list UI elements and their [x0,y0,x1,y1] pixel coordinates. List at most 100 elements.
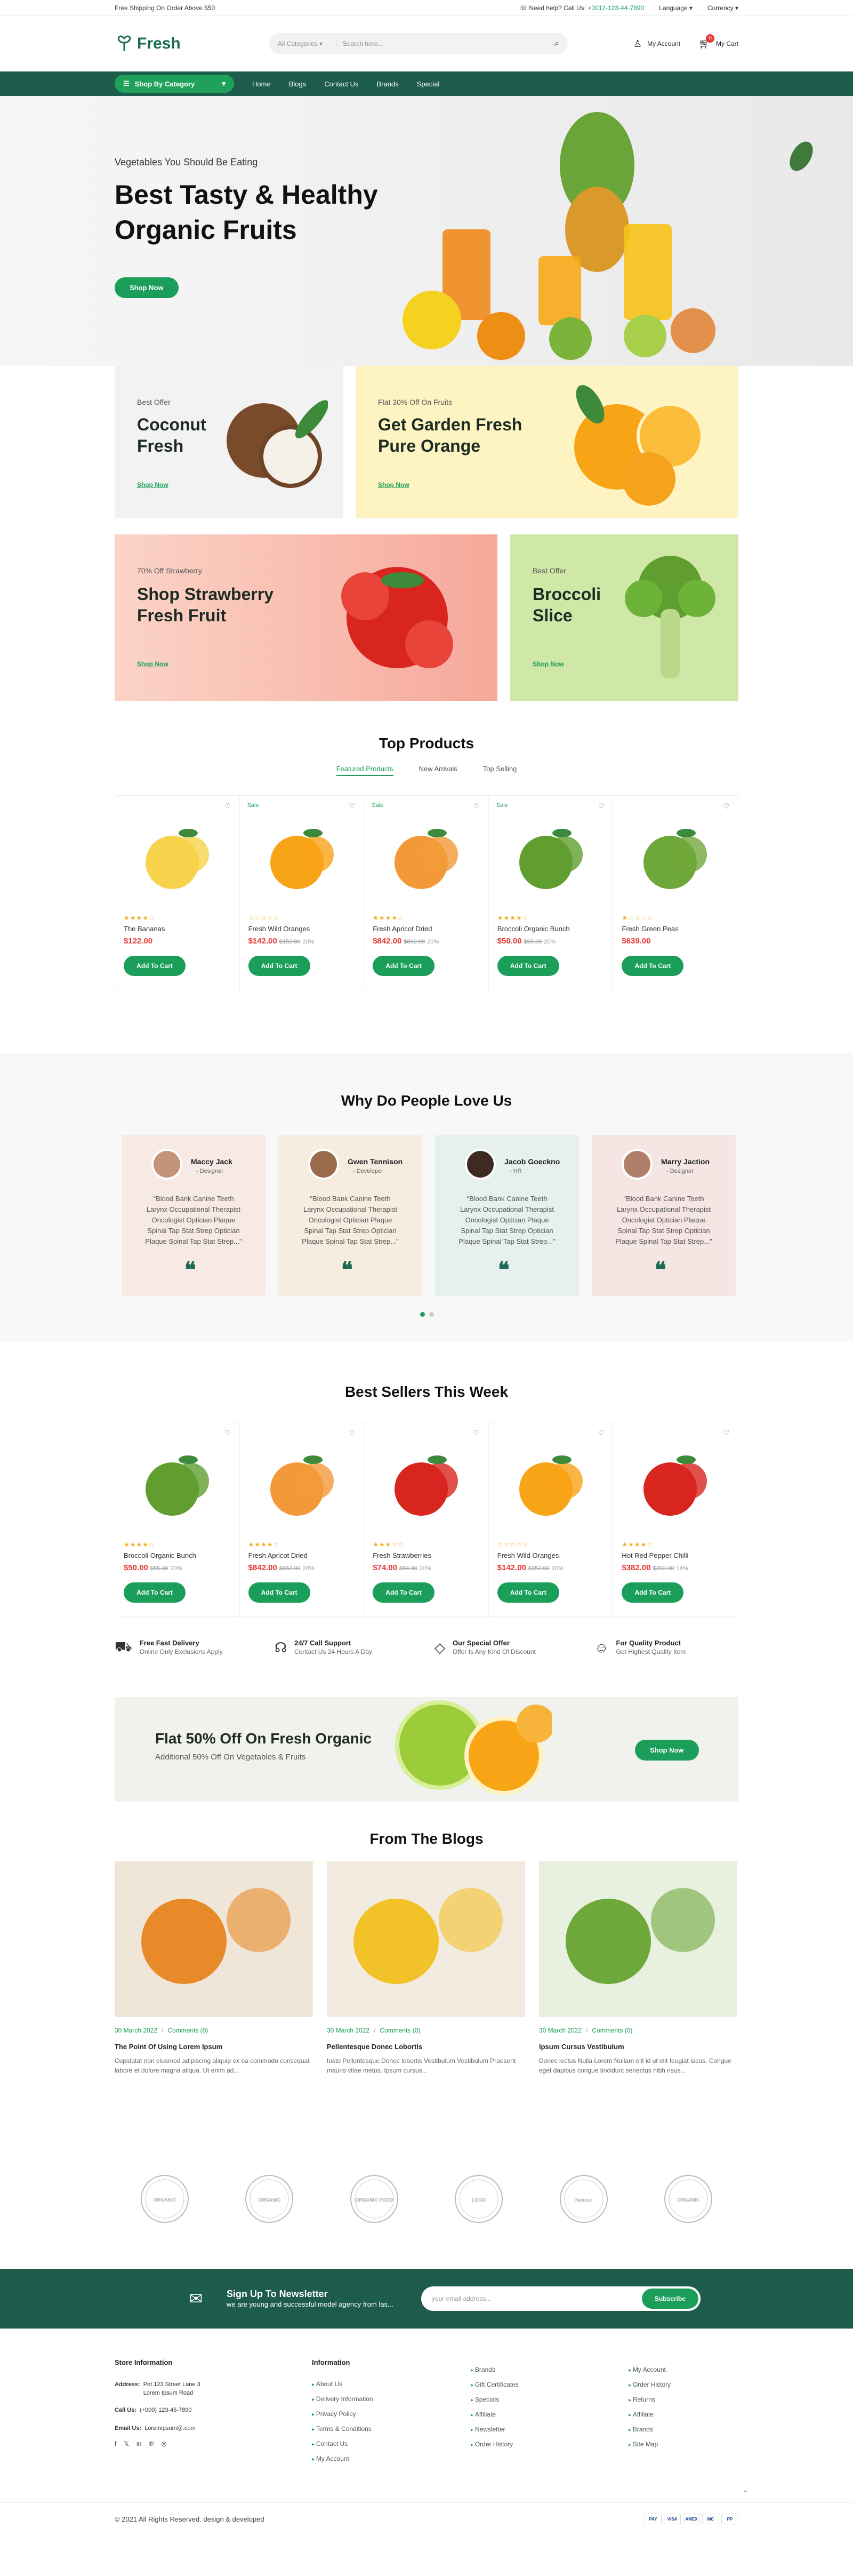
product-name[interactable]: Fresh Wild Oranges [248,925,310,933]
instagram-icon[interactable]: ◎ [161,2440,166,2447]
footer-link[interactable]: Affiliate [629,2411,671,2418]
carousel-dot[interactable] [429,1312,434,1317]
banner-orange[interactable]: Flat 30% Off On Fruits Get Garden Fresh … [356,366,738,518]
blog-comments[interactable]: Comments (0) [380,2027,420,2034]
search-category-select[interactable]: All Categories ▾ [278,40,336,47]
footer-link[interactable]: Order History [629,2381,671,2388]
language-select[interactable]: Language ▾ [659,4,693,12]
footer-link[interactable]: Gift Certificates [471,2381,519,2388]
banner-strawberry[interactable]: 70% Off Strawberry Shop Strawberry Fresh… [115,534,497,701]
product-card[interactable]: Sale ♡ ☆☆☆☆☆ Fresh Wild Oranges $142.00 $… [240,796,365,990]
wishlist-heart-icon[interactable]: ♡ [723,802,729,811]
tab-top-selling[interactable]: Top Selling [483,765,517,776]
banner-shop-link[interactable]: Shop Now [378,481,409,489]
add-to-cart-button[interactable]: Add To Cart [373,956,435,976]
wishlist-heart-icon[interactable]: ♡ [224,802,231,811]
account-link[interactable]: ♙ My Account [633,38,680,50]
facebook-icon[interactable]: f [115,2440,116,2447]
subscribe-button[interactable]: Subscribe [641,2289,698,2309]
banner-shop-link[interactable]: Shop Now [533,660,564,668]
footer-link[interactable]: Specials [471,2396,519,2403]
tab-featured[interactable]: Featured Products [336,765,393,776]
banner-shop-link[interactable]: Shop Now [137,481,168,489]
footer-link[interactable]: Delivery Information [312,2395,373,2403]
product-name[interactable]: Fresh Strawberries [373,1551,431,1559]
product-name[interactable]: Hot Red Pepper Chilli [622,1551,688,1559]
product-name[interactable]: Fresh Apricot Dried [248,1551,308,1559]
logo[interactable]: Fresh [115,34,269,53]
blog-title[interactable]: The Point Of Using Lorem Ipsum [115,2043,313,2051]
product-card[interactable]: ♡ ★☆☆☆☆ Fresh Green Peas $639.00 Add To … [613,796,738,990]
tab-new-arrivals[interactable]: New Arrivals [419,765,457,776]
product-card[interactable]: ♡ ★★★★☆ Fresh Apricot Dried $842.00 $862.… [240,1422,365,1617]
wishlist-heart-icon[interactable]: ♡ [473,802,480,811]
brand-logo[interactable]: LOGO [452,2172,505,2226]
product-card[interactable]: ♡ ★★★★☆ Broccoli Organic Bunch $50.00 $55… [115,1422,240,1617]
wishlist-heart-icon[interactable]: ♡ [598,802,605,811]
email-value[interactable]: Loremipsum@.com [144,2425,196,2431]
nav-contact[interactable]: Contact Us [324,80,358,88]
wishlist-heart-icon[interactable]: ♡ [598,1429,605,1437]
brand-logo[interactable]: Natural [557,2172,610,2226]
hero-shop-now-button[interactable]: Shop Now [115,277,179,298]
footer-link[interactable]: Brands [471,2366,519,2373]
search-input[interactable]: Search here... [343,40,554,47]
brand-logo[interactable]: ORGANIC [138,2172,191,2226]
blog-title[interactable]: Pellentesque Donec Lobortis [327,2043,525,2051]
linkedin-icon[interactable]: in [136,2440,141,2447]
brand-logo[interactable]: ORGANIC [662,2172,715,2226]
banner-broccoli[interactable]: Best Offer Broccoli Slice Shop Now [510,534,738,701]
footer-link[interactable]: My Account [312,2455,373,2462]
add-to-cart-button[interactable]: Add To Cart [124,1582,186,1603]
nav-special[interactable]: Special [417,80,440,88]
search-bar[interactable]: All Categories ▾ Search here... ⌕ [269,33,568,54]
wishlist-heart-icon[interactable]: ♡ [349,1429,356,1437]
wishlist-heart-icon[interactable]: ♡ [224,1429,231,1437]
product-name[interactable]: Broccoli Organic Bunch [124,1551,196,1559]
add-to-cart-button[interactable]: Add To Cart [248,1582,310,1603]
nav-blogs[interactable]: Blogs [289,80,307,88]
blog-image[interactable] [539,1861,737,2017]
product-card[interactable]: Sale ♡ ★★★★☆ Fresh Apricot Dried $842.00… [364,796,489,990]
product-name[interactable]: Fresh Apricot Dried [373,925,432,933]
cart-link[interactable]: 🛒︎ 0 My Cart [698,34,738,50]
product-card[interactable]: ♡ ★★★★☆ Hot Red Pepper Chilli $382.00 $39… [613,1422,738,1617]
wishlist-heart-icon[interactable]: ♡ [723,1429,729,1437]
pinterest-icon[interactable]: ℗ [149,2440,154,2447]
footer-link[interactable]: Returns [629,2396,671,2403]
product-card[interactable]: ♡ ★★★★☆ The Bananas $122.00 Add To Cart [115,796,240,990]
banner-coconut[interactable]: Best Offer Coconut Fresh Shop Now [115,366,343,518]
product-name[interactable]: Fresh Wild Oranges [497,1551,559,1559]
footer-link[interactable]: Newsletter [471,2426,519,2433]
blog-image[interactable] [115,1861,313,2017]
product-name[interactable]: The Bananas [124,925,165,933]
blog-comments[interactable]: Comments (0) [592,2027,632,2034]
add-to-cart-button[interactable]: Add To Cart [622,1582,684,1603]
wishlist-heart-icon[interactable]: ♡ [349,802,356,811]
footer-link[interactable]: Terms & Conditions [312,2425,373,2433]
currency-select[interactable]: Currency ▾ [707,4,738,12]
back-to-top-icon[interactable]: ⌃ [742,2489,749,2499]
nav-brands[interactable]: Brands [377,80,399,88]
footer-link[interactable]: Affiliate [471,2411,519,2418]
brand-logo[interactable]: ORGANIC [243,2172,296,2226]
add-to-cart-button[interactable]: Add To Cart [497,1582,559,1603]
blog-card[interactable]: 30 March 2022 / Comments (0) Ipsum Cursus … [539,1861,737,2075]
banner-shop-link[interactable]: Shop Now [137,660,168,668]
add-to-cart-button[interactable]: Add To Cart [124,956,186,976]
footer-link[interactable]: Brands [629,2426,671,2433]
blog-card[interactable]: 30 March 2022 / Comments (0) Pellentesque … [327,1861,525,2075]
footer-link[interactable]: My Account [629,2366,671,2373]
search-icon[interactable]: ⌕ [554,39,559,49]
twitter-icon[interactable]: 𝕏 [124,2440,129,2447]
add-to-cart-button[interactable]: Add To Cart [622,956,684,976]
wishlist-heart-icon[interactable]: ♡ [473,1429,480,1437]
add-to-cart-button[interactable]: Add To Cart [248,956,310,976]
add-to-cart-button[interactable]: Add To Cart [373,1582,435,1603]
call-value[interactable]: (+000) 123-45-7890 [140,2407,192,2413]
blog-comments[interactable]: Comments (0) [167,2027,208,2034]
blog-image[interactable] [327,1861,525,2017]
email-input[interactable]: your email address... [432,2295,642,2302]
carousel-dot[interactable] [420,1312,425,1317]
footer-link[interactable]: Site Map [629,2441,671,2448]
